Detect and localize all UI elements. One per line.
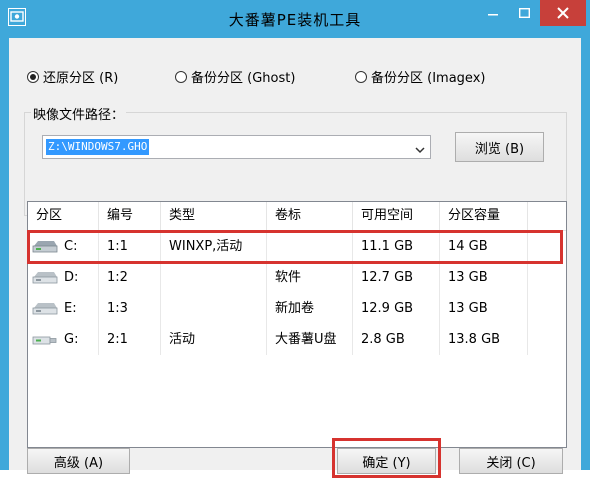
column-number[interactable]: 编号 xyxy=(99,202,161,230)
maximize-button[interactable] xyxy=(509,0,539,26)
advanced-button[interactable]: 高级 (A) xyxy=(27,448,130,474)
cell-free: 12.9 GB xyxy=(353,293,440,324)
cell-number: 2:1 xyxy=(99,324,161,355)
image-path-value[interactable]: Z:\WINDOWS7.GHO xyxy=(46,139,150,155)
minimize-icon xyxy=(488,14,498,16)
browse-button[interactable]: 浏览 (B) xyxy=(455,132,544,162)
close-icon xyxy=(557,7,569,19)
radio-backup-ghost-dot[interactable] xyxy=(175,70,187,83)
ok-button[interactable]: 确定 (Y) xyxy=(337,448,436,474)
close-window-button[interactable] xyxy=(540,0,586,26)
cell-drive: D: xyxy=(28,262,99,293)
cell-label: 软件 xyxy=(267,262,353,293)
image-path-label: 映像文件路径： xyxy=(31,104,127,123)
cell-label: 大番薯U盘 xyxy=(267,324,353,355)
column-partition[interactable]: 分区 xyxy=(28,202,99,230)
radio-restore[interactable]: 还原分区 (R) xyxy=(27,67,118,86)
cell-type: WINXP,活动 xyxy=(161,231,267,262)
column-free-space[interactable]: 可用空间 xyxy=(353,202,440,230)
chevron-down-icon[interactable] xyxy=(415,143,425,158)
cell-size: 13 GB xyxy=(440,293,528,324)
radio-backup-ghost-label: 备份分区 (Ghost) xyxy=(191,71,296,86)
image-path-combobox[interactable]: Z:\WINDOWS7.GHO xyxy=(42,135,431,159)
partition-list[interactable]: 分区 编号 类型 卷标 可用空间 分区容量 C: 1:1 WINXP,活动 11… xyxy=(27,201,567,448)
radio-restore-dot[interactable] xyxy=(27,70,39,83)
column-type[interactable]: 类型 xyxy=(161,202,267,230)
cell-label: 新加卷 xyxy=(267,293,353,324)
cell-label xyxy=(267,231,353,262)
cell-type: 活动 xyxy=(161,324,267,355)
cell-type xyxy=(161,293,267,324)
cell-type xyxy=(161,262,267,293)
cell-drive: G: xyxy=(28,324,99,355)
column-label[interactable]: 卷标 xyxy=(267,202,353,230)
hard-drive-icon xyxy=(32,303,58,315)
column-capacity[interactable]: 分区容量 xyxy=(440,202,528,230)
table-row[interactable]: E: 1:3 新加卷 12.9 GB 13 GB xyxy=(28,293,566,324)
cell-free: 12.7 GB xyxy=(353,262,440,293)
cell-size: 13.8 GB xyxy=(440,324,528,355)
cell-number: 1:1 xyxy=(99,231,161,262)
usb-drive-icon xyxy=(32,336,57,345)
app-window: 大番薯PE装机工具 还原分区 (R) 备份分区 (Ghost) 备份分区 (Im… xyxy=(0,0,590,478)
cell-free: 2.8 GB xyxy=(353,324,440,355)
cell-size: 14 GB xyxy=(440,231,528,262)
table-row[interactable]: D: 1:2 软件 12.7 GB 13 GB xyxy=(28,262,566,293)
partition-list-header: 分区 编号 类型 卷标 可用空间 分区容量 xyxy=(28,202,566,231)
cell-size: 13 GB xyxy=(440,262,528,293)
radio-backup-ghost[interactable]: 备份分区 (Ghost) xyxy=(175,67,295,86)
title-bar[interactable]: 大番薯PE装机工具 xyxy=(0,0,590,38)
table-row[interactable]: G: 2:1 活动 大番薯U盘 2.8 GB 13.8 GB xyxy=(28,324,566,355)
minimize-button[interactable] xyxy=(478,0,508,26)
radio-backup-imagex-dot[interactable] xyxy=(355,70,367,83)
hard-drive-icon xyxy=(32,241,58,253)
cell-number: 1:3 xyxy=(99,293,161,324)
cell-number: 1:2 xyxy=(99,262,161,293)
radio-restore-label: 还原分区 (R) xyxy=(43,71,119,86)
dialog-body: 还原分区 (R) 备份分区 (Ghost) 备份分区 (Imagex) 映像文件… xyxy=(9,38,581,478)
cell-free: 11.1 GB xyxy=(353,231,440,262)
radio-backup-imagex-label: 备份分区 (Imagex) xyxy=(371,71,486,86)
radio-backup-imagex[interactable]: 备份分区 (Imagex) xyxy=(355,67,485,86)
cell-drive: E: xyxy=(28,293,99,324)
hard-drive-icon xyxy=(32,272,58,284)
cell-drive: C: xyxy=(28,231,99,262)
close-button[interactable]: 关闭 (C) xyxy=(459,448,563,474)
maximize-icon xyxy=(518,8,530,18)
table-row[interactable]: C: 1:1 WINXP,活动 11.1 GB 14 GB xyxy=(28,231,566,262)
